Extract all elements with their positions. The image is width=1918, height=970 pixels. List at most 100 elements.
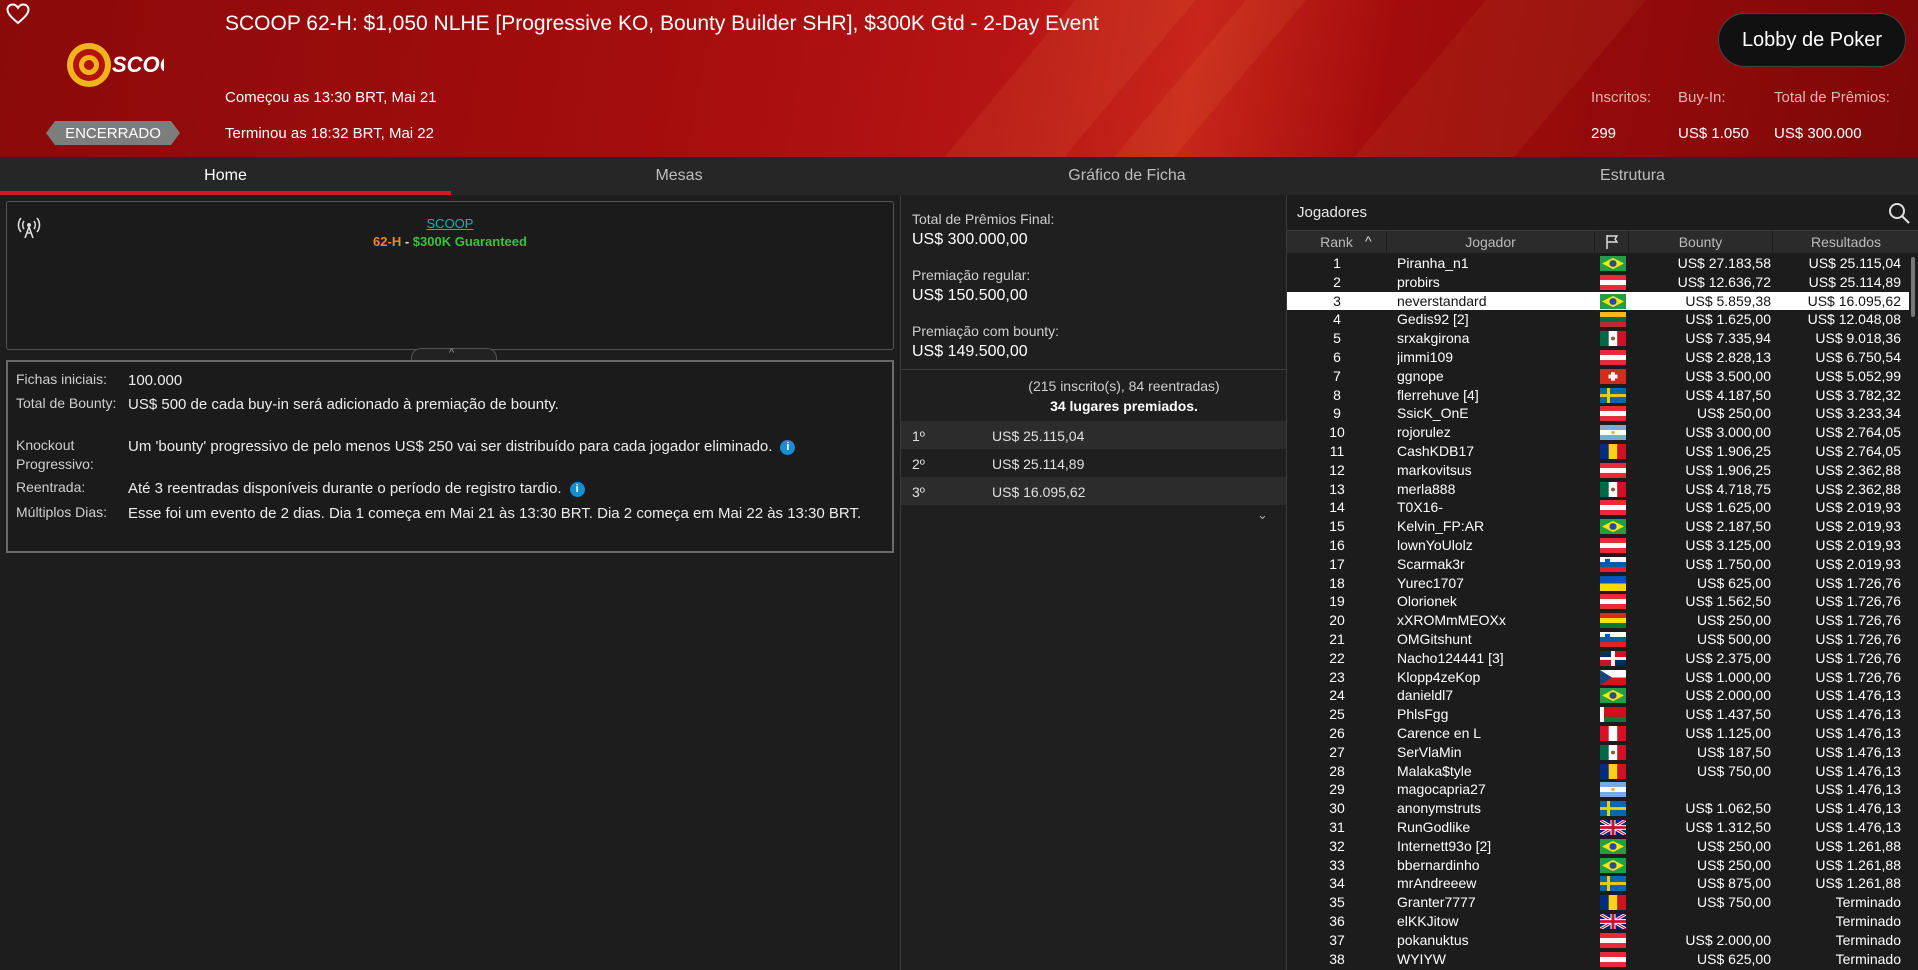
player-row[interactable]: 24 danieldl7 US$ 2.000,00 US$ 1.476,13 bbox=[1287, 686, 1909, 705]
player-name: Carence en L bbox=[1397, 725, 1482, 741]
player-rank: 10 bbox=[1329, 424, 1345, 441]
player-row[interactable]: 4 Gedis92 [2] US$ 1.625,00 US$ 12.048,08 bbox=[1287, 310, 1909, 329]
player-bounty: US$ 2.000,00 bbox=[1685, 931, 1771, 948]
player-row[interactable]: 35 Granter7777 US$ 750,00 Terminado bbox=[1287, 893, 1909, 912]
player-row[interactable]: 1 Piranha_n1 US$ 27.183,58 US$ 25.115,04 bbox=[1287, 254, 1909, 273]
player-bounty: US$ 3.500,00 bbox=[1685, 367, 1771, 384]
player-row[interactable]: 14 T0X16- US$ 1.625,00 US$ 2.019,93 bbox=[1287, 498, 1909, 517]
player-row[interactable]: 36 elKKJitow Terminado bbox=[1287, 912, 1909, 931]
player-rank: 9 bbox=[1333, 405, 1341, 422]
player-row[interactable]: 5 srxakgirona US$ 7.335,94 US$ 9.018,36 bbox=[1287, 329, 1909, 348]
player-row[interactable]: 15 Kelvin_FP:AR US$ 2.187,50 US$ 2.019,93 bbox=[1287, 517, 1909, 536]
column-country[interactable] bbox=[1595, 231, 1629, 253]
player-name: Kelvin_FP:AR bbox=[1397, 518, 1485, 535]
tab-bar: Home Mesas Gráfico de Ficha Estrutura bbox=[0, 157, 1918, 195]
player-row[interactable]: 9 SsicK_OnE US$ 250,00 US$ 3.233,34 bbox=[1287, 404, 1909, 423]
column-results[interactable]: Resultados bbox=[1773, 231, 1918, 253]
player-rank: 13 bbox=[1329, 480, 1345, 497]
player-result: US$ 1.476,13 bbox=[1815, 743, 1901, 760]
detail-label: Fichas iniciais: bbox=[16, 371, 108, 387]
player-row[interactable]: 26 Carence en L US$ 1.125,00 US$ 1.476,13 bbox=[1287, 724, 1909, 743]
player-row[interactable]: 8 flerrehuve [4] US$ 4.187,50 US$ 3.782,32 bbox=[1287, 386, 1909, 405]
poker-lobby-button[interactable]: Lobby de Poker bbox=[1718, 13, 1906, 67]
tab-structure[interactable]: Estrutura bbox=[1347, 157, 1918, 195]
player-row[interactable]: 34 mrAndreeew US$ 875,00 US$ 1.261,88 bbox=[1287, 874, 1909, 893]
player-bounty: US$ 3.000,00 bbox=[1685, 424, 1771, 441]
player-rank: 7 bbox=[1333, 367, 1341, 384]
player-row[interactable]: 11 CashKDB17 US$ 1.906,25 US$ 2.764,05 bbox=[1287, 442, 1909, 461]
player-row[interactable]: 13 merla888 US$ 4.718,75 US$ 2.362,88 bbox=[1287, 480, 1909, 499]
player-name: Yurec1707 bbox=[1397, 574, 1464, 591]
player-row[interactable]: 25 PhlsFgg US$ 1.437,50 US$ 1.476,13 bbox=[1287, 705, 1909, 724]
player-row[interactable]: 2 probirs US$ 12.636,72 US$ 25.114,89 bbox=[1287, 273, 1909, 292]
player-name: PhlsFgg bbox=[1397, 706, 1449, 723]
detail-value: Até 3 reentradas disponíveis durante o p… bbox=[128, 478, 880, 500]
player-result: US$ 6.750,54 bbox=[1815, 349, 1901, 365]
player-bounty: US$ 1.625,00 bbox=[1685, 499, 1771, 516]
tab-chip-chart[interactable]: Gráfico de Ficha bbox=[907, 157, 1347, 195]
player-row[interactable]: 32 Internett93o [2] US$ 250,00 US$ 1.261,88 bbox=[1287, 837, 1909, 856]
player-name: Scarmak3r bbox=[1397, 555, 1465, 572]
player-row[interactable]: 6 jimmi109 US$ 2.828,13 US$ 6.750,54 bbox=[1287, 348, 1909, 367]
player-rank: 18 bbox=[1329, 574, 1345, 591]
player-row[interactable]: 23 Klopp4zeKop US$ 1.000,00 US$ 1.726,76 bbox=[1287, 668, 1909, 687]
detail-value: Um 'bounty' progressivo de pelo menos US… bbox=[128, 436, 880, 458]
column-bounty[interactable]: Bounty bbox=[1629, 231, 1773, 253]
chevron-down-icon[interactable]: ⌄ bbox=[1257, 507, 1268, 523]
entrants-value: 299 bbox=[1591, 125, 1617, 142]
player-row[interactable]: 16 lownYoUlolz US$ 3.125,00 US$ 2.019,93 bbox=[1287, 536, 1909, 555]
player-row[interactable]: 29 magocapria27 US$ 1.476,13 bbox=[1287, 780, 1909, 799]
tab-tables[interactable]: Mesas bbox=[451, 157, 907, 195]
home-panel: SCOOP 62-H - $300K Guaranteed ^ Fichas i… bbox=[0, 195, 900, 970]
column-player[interactable]: Jogador bbox=[1387, 231, 1595, 253]
player-row[interactable]: 22 Nacho124441 [3] US$ 2.375,00 US$ 1.726,7… bbox=[1287, 649, 1909, 668]
collapse-toggle[interactable]: ^ bbox=[411, 347, 497, 360]
player-row[interactable]: 12 markovitsus US$ 1.906,25 US$ 2.362,88 bbox=[1287, 461, 1909, 480]
player-row[interactable]: 18 Yurec1707 US$ 625,00 US$ 1.726,76 bbox=[1287, 574, 1909, 593]
player-rank: 15 bbox=[1329, 518, 1345, 535]
player-row[interactable]: 20 xXROMmMEOXx US$ 250,00 US$ 1.726,76 bbox=[1287, 611, 1909, 630]
player-row[interactable]: 38 WYIYW US$ 625,00 Terminado bbox=[1287, 950, 1909, 969]
player-bounty: US$ 1.000,00 bbox=[1685, 668, 1771, 685]
player-row[interactable]: 27 SerVlaMin US$ 187,50 US$ 1.476,13 bbox=[1287, 743, 1909, 762]
player-rank: 23 bbox=[1329, 668, 1345, 685]
tab-home[interactable]: Home bbox=[0, 157, 451, 195]
player-row[interactable]: 7 ggnope US$ 3.500,00 US$ 5.052,99 bbox=[1287, 367, 1909, 386]
player-result: US$ 9.018,36 bbox=[1815, 330, 1901, 347]
player-row[interactable]: 10 rojorulez US$ 3.000,00 US$ 2.764,05 bbox=[1287, 423, 1909, 442]
player-row[interactable]: 31 RunGodlike US$ 1.312,50 US$ 1.476,13 bbox=[1287, 818, 1909, 837]
player-bounty: US$ 7.335,94 bbox=[1685, 330, 1771, 347]
scrollbar-thumb[interactable] bbox=[1911, 257, 1915, 317]
player-name: merla888 bbox=[1397, 480, 1456, 497]
end-time: Terminou as 18:32 BRT, Mai 22 bbox=[225, 125, 434, 142]
player-name: Piranha_n1 bbox=[1397, 255, 1469, 271]
player-row[interactable]: 21 OMGitshunt US$ 500,00 US$ 1.726,76 bbox=[1287, 630, 1909, 649]
player-row[interactable]: 30 anonymstruts US$ 1.062,50 US$ 1.476,13 bbox=[1287, 799, 1909, 818]
tab-label: Mesas bbox=[655, 167, 703, 184]
player-rank: 6 bbox=[1333, 349, 1341, 365]
player-result: US$ 1.726,76 bbox=[1815, 649, 1901, 666]
column-rank[interactable]: Rank bbox=[1287, 231, 1387, 253]
heart-icon[interactable] bbox=[6, 3, 30, 25]
player-row[interactable]: 33 bbernardinho US$ 250,00 US$ 1.261,88 bbox=[1287, 856, 1909, 875]
player-row[interactable]: 3 neverstandard US$ 5.859,38 US$ 16.095,62 bbox=[1287, 291, 1909, 311]
regular-prize-value: US$ 150.500,00 bbox=[912, 287, 1028, 304]
player-bounty: US$ 4.187,50 bbox=[1685, 386, 1771, 403]
player-bounty: US$ 27.183,58 bbox=[1677, 255, 1771, 271]
event-info-box: SCOOP 62-H - $300K Guaranteed ^ bbox=[6, 201, 894, 360]
info-icon[interactable]: i bbox=[569, 482, 585, 497]
player-name: elKKJitow bbox=[1397, 913, 1459, 929]
player-result: US$ 3.782,32 bbox=[1815, 386, 1901, 403]
column-label: Rank bbox=[1320, 234, 1353, 250]
player-row[interactable]: 28 Malaka$tyle US$ 750,00 US$ 1.476,13 bbox=[1287, 762, 1909, 781]
info-icon[interactable]: i bbox=[780, 440, 796, 455]
scoop-link[interactable]: SCOOP bbox=[7, 216, 893, 231]
player-row[interactable]: 17 Scarmak3r US$ 1.750,00 US$ 2.019,93 bbox=[1287, 555, 1909, 574]
player-result: Terminado bbox=[1835, 931, 1901, 948]
player-bounty: US$ 3.125,00 bbox=[1685, 537, 1771, 553]
player-bounty: US$ 2.828,13 bbox=[1685, 349, 1771, 365]
player-row[interactable]: 19 Olorionek US$ 1.562,50 US$ 1.726,76 bbox=[1287, 592, 1909, 611]
search-icon[interactable] bbox=[1887, 201, 1911, 225]
player-name: WYIYW bbox=[1397, 950, 1446, 967]
player-row[interactable]: 37 pokanuktus US$ 2.000,00 Terminado bbox=[1287, 931, 1909, 950]
